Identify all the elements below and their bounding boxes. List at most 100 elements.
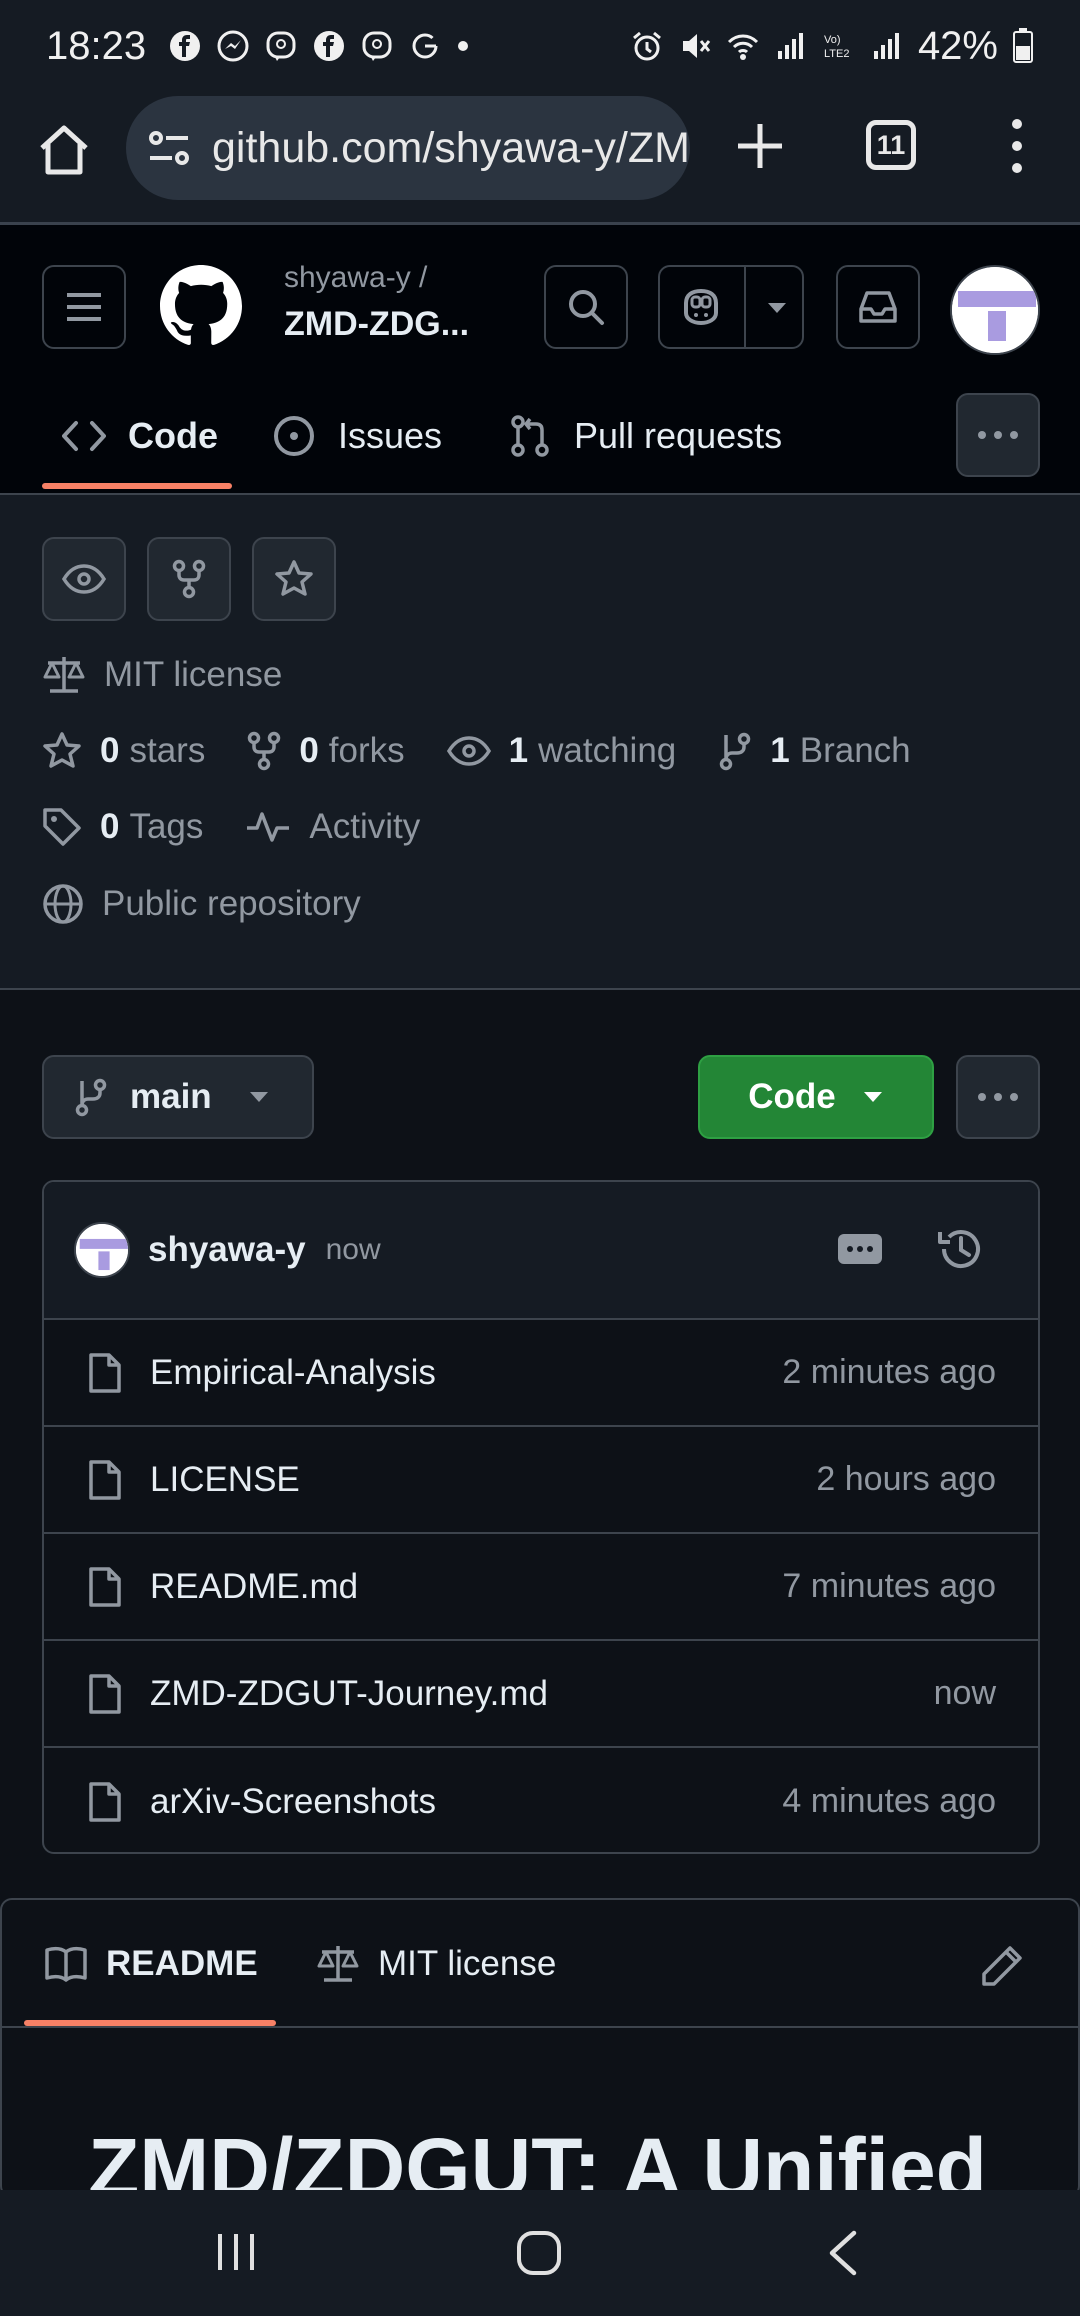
svg-text:LTE2: LTE2 [824,48,849,60]
tab-code[interactable]: Code [62,377,218,495]
code-icon [62,421,106,451]
chevron-down-icon[interactable] [766,301,788,315]
kebab-horizontal-icon [978,431,1018,439]
stars-label: stars [129,731,206,770]
avatar-image [76,1224,128,1276]
chevron-down-icon [863,1092,882,1102]
tags-link[interactable]: 0 Tags [42,807,203,847]
user-avatar[interactable] [950,265,1040,355]
copilot-icon [684,288,718,326]
law-icon [43,657,85,693]
watch-button[interactable] [42,537,126,621]
stars-count: 0 [100,731,120,770]
git-branch-icon [75,1078,107,1117]
facebook-icon [314,31,345,61]
copilot-button[interactable] [658,265,804,349]
file-name[interactable]: Empirical-Analysis [150,1353,436,1393]
home-icon[interactable] [36,122,92,178]
home-button-icon[interactable] [516,2230,562,2276]
site-settings-icon[interactable] [146,125,192,171]
battery-percent: 42% [917,23,998,68]
google-icon [412,33,438,59]
inbox-icon [859,291,897,323]
activity-link[interactable]: Activity [245,807,420,847]
tab-license[interactable]: MIT license [316,1900,556,2028]
new-tab-icon[interactable] [732,118,788,174]
recent-apps-icon[interactable] [214,2230,258,2274]
forks-link[interactable]: 0 forks [247,731,405,771]
code-button-label: Code [748,1077,836,1116]
tags-count: 0 [100,807,120,846]
tab-pull-requests[interactable]: Pull requests [508,377,782,495]
hamburger-menu-button[interactable] [42,265,126,349]
forks-label: forks [328,731,405,770]
pulse-icon [247,812,290,842]
file-updated-time: now [933,1674,996,1712]
watching-link[interactable]: 1 watching [446,731,676,771]
back-icon[interactable] [826,2230,860,2276]
file-row[interactable]: arXiv-Screenshots 4 minutes ago [44,1748,1038,1852]
readme-panel: README MIT license ZMD/ZDGUT: A Unified [0,1898,1080,2198]
eye-icon [62,564,106,594]
commit-message-toggle[interactable] [838,1234,882,1264]
file-updated-time: 7 minutes ago [782,1567,996,1605]
file-updated-time: 2 minutes ago [782,1353,996,1391]
star-button[interactable] [252,537,336,621]
avatar[interactable] [74,1222,130,1278]
repo-owner-link[interactable]: shyawa-y / [284,261,427,295]
stars-link[interactable]: 0 stars [42,731,205,771]
repo-nav-tabs: Code Issues Pull requests [0,377,1080,495]
license-text: MIT license [104,655,283,694]
messenger-icon [217,30,249,62]
browser-menu-icon[interactable] [1000,116,1034,176]
file-name[interactable]: ZMD-ZDGUT-Journey.md [150,1674,548,1714]
file-icon [89,1781,121,1822]
file-name[interactable]: arXiv-Screenshots [150,1782,436,1822]
kebab-horizontal-icon [978,1093,1018,1101]
more-options-button[interactable] [956,1055,1040,1139]
tab-label: README [106,1944,258,1983]
fork-icon [248,731,281,771]
repo-header: shyawa-y / ZMD-ZDG... Code Issues Pull r… [0,225,1080,495]
file-row[interactable]: Empirical-Analysis 2 minutes ago [44,1320,1038,1427]
tag-icon [43,808,81,846]
globe-icon [43,884,83,924]
history-icon[interactable] [936,1224,986,1274]
active-tab-indicator [24,2020,276,2026]
viber-icon [362,31,392,61]
dot-icon [458,41,469,51]
forks-count: 0 [299,731,319,770]
branch-count-link[interactable]: 1 Branch [718,731,911,771]
code-dropdown-button[interactable]: Code [698,1055,934,1139]
fork-button[interactable] [147,537,231,621]
signal-icon [873,33,899,59]
readme-tabs: README MIT license [2,1900,1078,2028]
repo-name-link[interactable]: ZMD-ZDG... [284,305,469,344]
url-text[interactable]: github.com/shyawa-y/ZMD-ZDGUT [212,124,690,173]
star-icon [275,560,313,596]
license-link[interactable]: MIT license [42,655,282,695]
tab-issues[interactable]: Issues [272,377,442,495]
address-bar[interactable]: github.com/shyawa-y/ZMD-ZDGUT [126,96,690,200]
file-row[interactable]: LICENSE 2 hours ago [44,1427,1038,1534]
branch-selector[interactable]: main [42,1055,314,1139]
pencil-icon[interactable] [980,1944,1024,1988]
wifi-icon [727,34,758,60]
activity-label: Activity [309,807,421,846]
github-logo-icon[interactable] [160,265,242,347]
more-tabs-button[interactable] [956,393,1040,477]
avatar-image [952,267,1038,353]
browser-toolbar: github.com/shyawa-y/ZMD-ZDGUT 11 [0,92,1080,222]
file-row[interactable]: README.md 7 minutes ago [44,1534,1038,1641]
git-branch-icon [720,732,751,771]
file-name[interactable]: README.md [150,1567,358,1607]
mute-icon [682,34,711,58]
inbox-button[interactable] [836,265,920,349]
file-row[interactable]: ZMD-ZDGUT-Journey.md now [44,1641,1038,1748]
tab-readme[interactable]: README [44,1900,258,2028]
tab-switcher-button[interactable]: 11 [866,120,916,170]
file-name[interactable]: LICENSE [150,1460,300,1500]
search-button[interactable] [544,265,628,349]
commit-time: now [325,1233,381,1266]
commit-author-link[interactable]: shyawa-y [148,1230,306,1270]
